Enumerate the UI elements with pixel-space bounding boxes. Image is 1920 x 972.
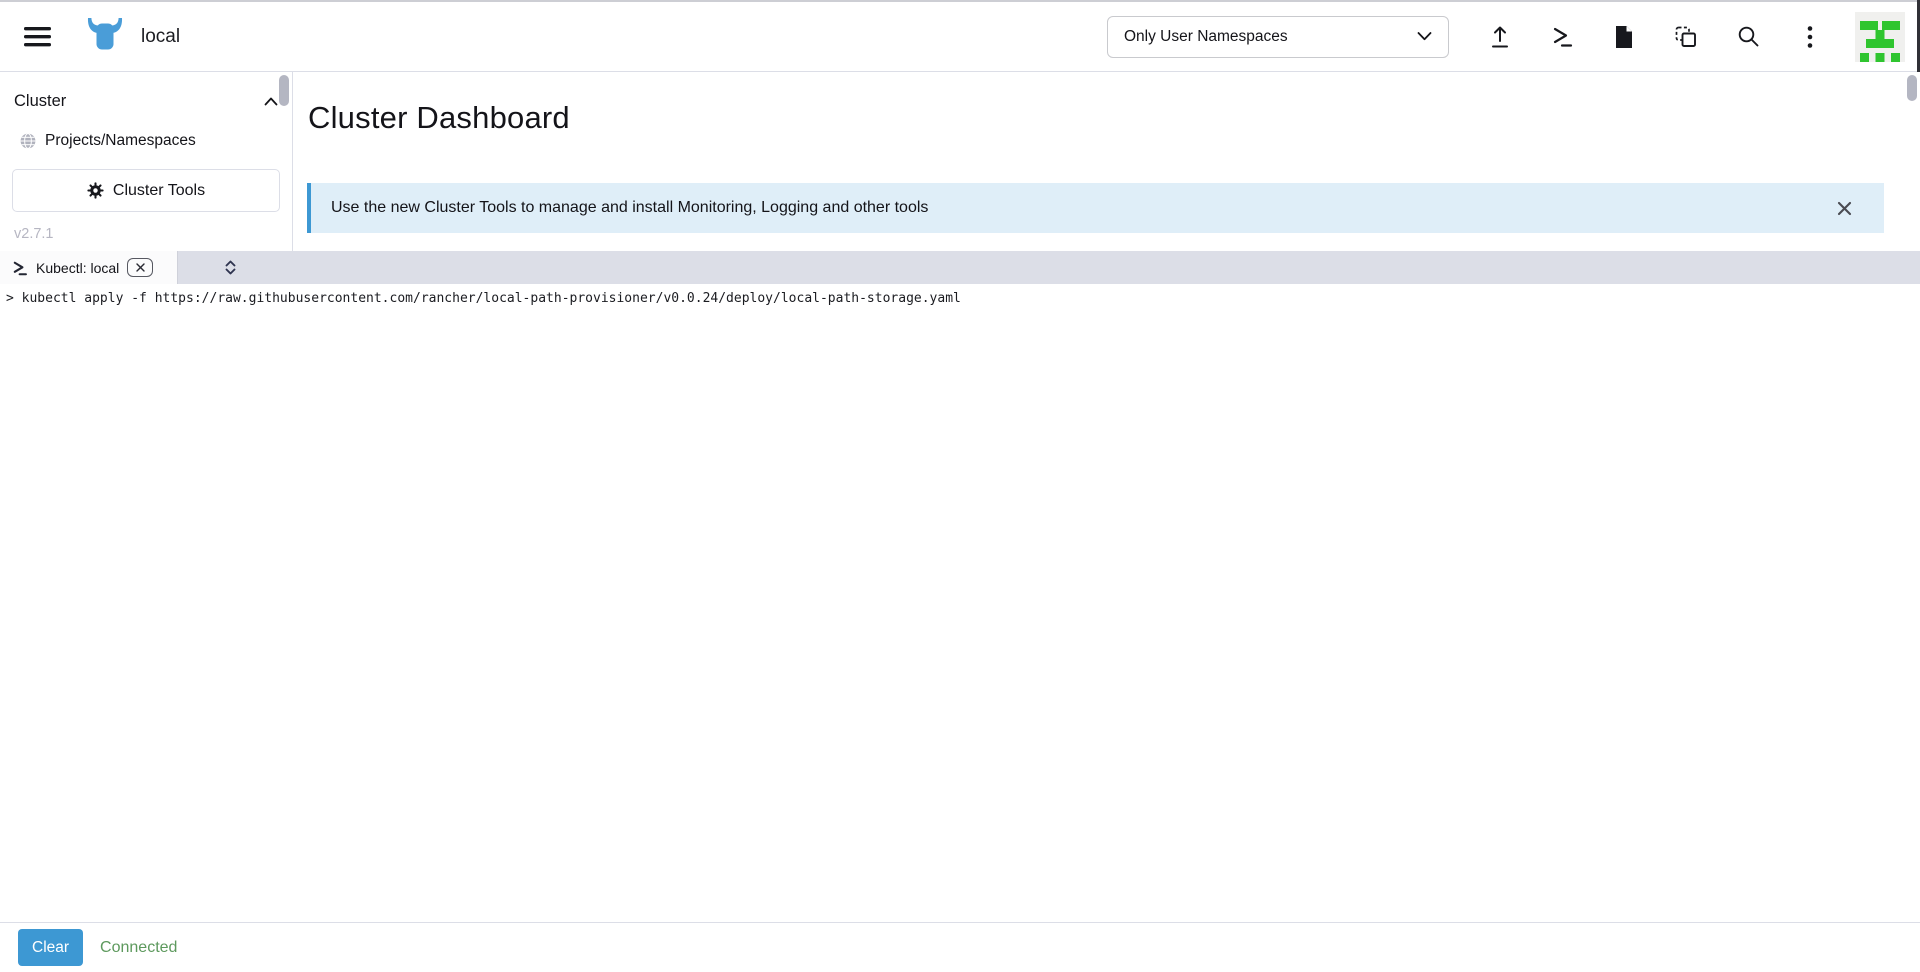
more-menu-button[interactable] xyxy=(1790,15,1830,59)
connection-status: Connected xyxy=(100,939,177,957)
kubectl-shell-panel: Kubectl: local > kubectl apply -f https:… xyxy=(0,251,1920,972)
import-yaml-button[interactable] xyxy=(1480,15,1520,59)
main-scrollbar[interactable] xyxy=(1907,75,1917,101)
banner-text: Use the new Cluster Tools to manage and … xyxy=(331,199,1832,217)
user-avatar[interactable] xyxy=(1855,12,1905,62)
shell-tab-close-button[interactable] xyxy=(127,258,153,277)
main-menu-button[interactable] xyxy=(22,15,52,59)
shell-footer: Clear Connected xyxy=(0,922,1920,972)
chevron-up-icon[interactable] xyxy=(264,97,278,106)
shell-tabstrip: Kubectl: local xyxy=(0,251,1920,284)
main-content: Cluster Dashboard Use the new Cluster To… xyxy=(293,72,1920,251)
chevron-down-icon xyxy=(1417,32,1432,41)
copy-kubeconfig-button[interactable] xyxy=(1666,15,1706,59)
close-icon xyxy=(1837,201,1852,216)
rancher-cow-icon xyxy=(82,17,128,57)
sidebar-section-cluster[interactable]: Cluster xyxy=(14,92,278,111)
panel-resize-button[interactable] xyxy=(217,251,243,284)
terminal-tab-icon xyxy=(12,260,28,276)
terminal-command-line: > kubectl apply -f https://raw.githubuse… xyxy=(6,291,1920,306)
page-title: Cluster Dashboard xyxy=(308,100,570,136)
kebab-menu-icon xyxy=(1807,25,1813,49)
kubeconfig-file-button[interactable] xyxy=(1604,15,1644,59)
cluster-sidebar: Cluster Projects/Namespaces xyxy=(0,72,293,251)
terminal-prompt-icon xyxy=(1551,25,1574,48)
namespace-filter-select[interactable]: Only User Namespaces xyxy=(1107,16,1449,58)
app-header: local Only User Namespaces xyxy=(0,2,1920,72)
cluster-tools-label: Cluster Tools xyxy=(113,182,205,200)
cluster-tools-banner: Use the new Cluster Tools to manage and … xyxy=(307,183,1884,233)
cluster-tools-button[interactable]: Cluster Tools xyxy=(12,169,280,212)
sidebar-scrollbar[interactable] xyxy=(279,75,289,106)
search-icon xyxy=(1737,25,1760,48)
globe-icon xyxy=(20,133,36,149)
sidebar-item-projects-namespaces[interactable]: Projects/Namespaces xyxy=(20,132,278,150)
search-button[interactable] xyxy=(1728,15,1768,59)
tab-kubectl-local[interactable]: Kubectl: local xyxy=(0,251,178,284)
hamburger-icon xyxy=(24,27,51,47)
namespace-filter-value: Only User Namespaces xyxy=(1124,28,1417,46)
chevron-up-down-icon xyxy=(223,259,238,276)
shell-tab-label: Kubectl: local xyxy=(36,260,119,276)
cluster-name: local xyxy=(141,26,180,48)
banner-close-button[interactable] xyxy=(1832,196,1856,220)
sidebar-section-title: Cluster xyxy=(14,92,66,111)
terminal-output[interactable]: > kubectl apply -f https://raw.githubuse… xyxy=(0,284,1920,922)
file-icon xyxy=(1614,25,1634,49)
identicon-avatar-icon xyxy=(1855,12,1905,62)
gear-icon xyxy=(87,182,104,199)
sidebar-item-label: Projects/Namespaces xyxy=(45,132,196,150)
copy-icon xyxy=(1674,25,1698,49)
rancher-version: v2.7.1 xyxy=(14,226,280,242)
kubectl-shell-button[interactable] xyxy=(1542,15,1582,59)
workspace: Cluster Projects/Namespaces xyxy=(0,72,1920,251)
clear-button[interactable]: Clear xyxy=(18,929,83,966)
close-icon xyxy=(136,263,145,272)
clear-button-label: Clear xyxy=(32,939,69,957)
upload-icon xyxy=(1489,25,1511,49)
rancher-logo[interactable] xyxy=(82,17,128,57)
